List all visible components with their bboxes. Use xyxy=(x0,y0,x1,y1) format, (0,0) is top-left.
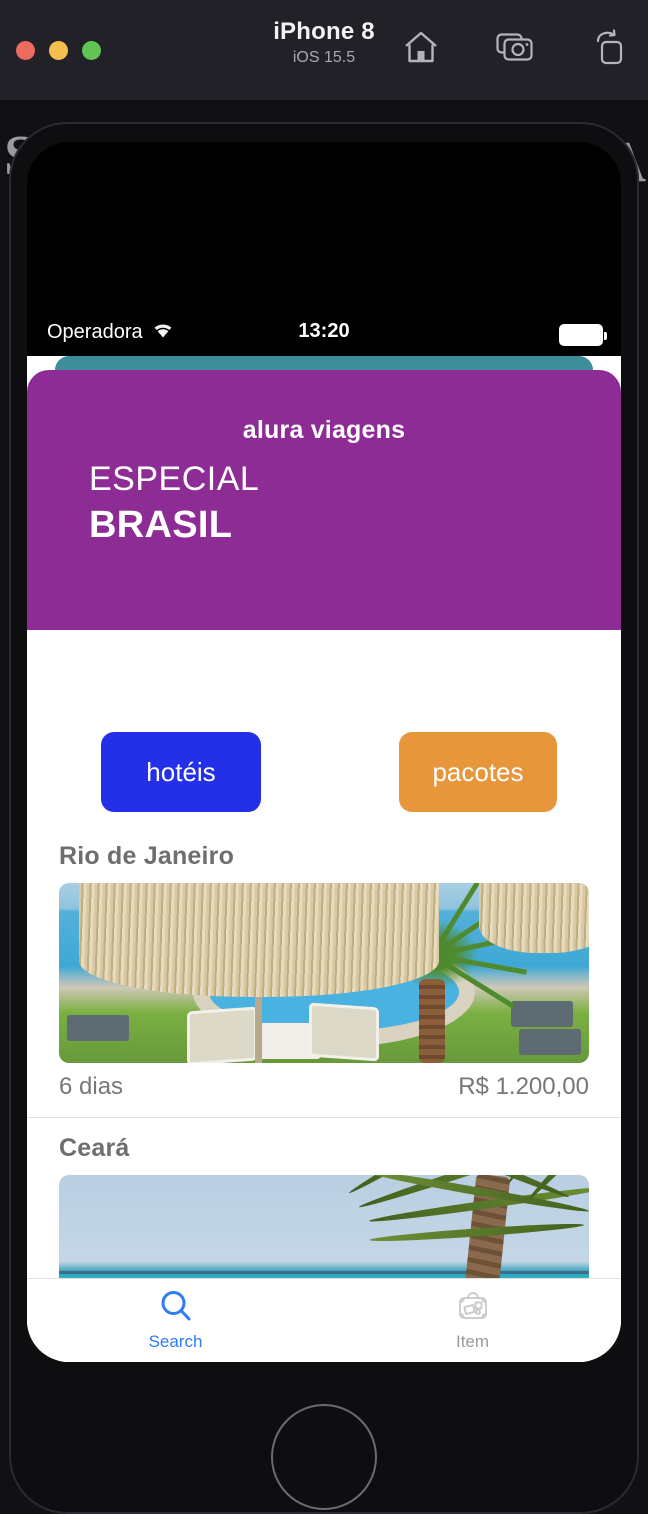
search-icon xyxy=(159,1289,193,1328)
suitcase-icon xyxy=(456,1289,490,1328)
bottom-tab-bar[interactable]: Search Item xyxy=(27,1278,621,1362)
tab-item[interactable]: Item xyxy=(324,1279,621,1362)
close-window-button[interactable] xyxy=(16,40,35,60)
minimize-window-button[interactable] xyxy=(49,40,68,60)
palm-crown xyxy=(59,1175,589,1259)
window-traffic-lights[interactable] xyxy=(8,38,118,62)
rotate-device-icon[interactable] xyxy=(588,24,630,70)
headline-light: ESPECIAL xyxy=(89,460,260,498)
card-meta: 6 dias R$ 1.200,00 xyxy=(59,1063,589,1117)
card-price: R$ 1.200,00 xyxy=(458,1073,589,1100)
tab-search[interactable]: Search xyxy=(27,1279,324,1362)
simulator-titlebar: iPhone 8 iOS 15.5 xyxy=(0,0,648,100)
tab-pacotes[interactable]: pacotes xyxy=(399,732,557,812)
simulator-toolbar[interactable] xyxy=(400,24,630,70)
battery-full-icon xyxy=(559,324,607,346)
home-button[interactable] xyxy=(271,1404,377,1510)
status-bar-clock: 13:20 xyxy=(298,320,350,342)
card-photo-pool-with-thatched-umbrella xyxy=(59,883,589,1063)
screenshot-camera-icon[interactable] xyxy=(494,24,536,70)
tab-item-label: Item xyxy=(455,1332,490,1351)
app-root: alura viagens ESPECIAL BRASIL hotéis pac… xyxy=(27,356,621,1362)
device-screen: Operadora 13:20 alura viagens ESPECIAL B… xyxy=(27,142,621,1362)
iphone-device-frame: Operadora 13:20 alura viagens ESPECIAL B… xyxy=(9,122,639,1514)
card-title: Ceará xyxy=(59,1134,130,1162)
list-item[interactable]: Rio de Janeiro 6 dias R$ 1.200,00 xyxy=(27,826,621,1117)
headline-bold: BRASIL xyxy=(89,504,233,546)
card-title: Rio de Janeiro xyxy=(59,842,235,870)
brand-title: alura viagens xyxy=(242,416,406,444)
app-header: alura viagens ESPECIAL BRASIL xyxy=(27,370,621,630)
zoom-window-button[interactable] xyxy=(82,40,101,60)
status-bar-right xyxy=(559,324,607,346)
tab-search-label: Search xyxy=(148,1332,203,1351)
home-icon[interactable] xyxy=(400,24,442,70)
tab-hoteis[interactable]: hotéis xyxy=(101,732,261,812)
ios-status-bar: Operadora 13:20 xyxy=(27,312,621,356)
card-duration: 6 dias xyxy=(59,1073,124,1100)
